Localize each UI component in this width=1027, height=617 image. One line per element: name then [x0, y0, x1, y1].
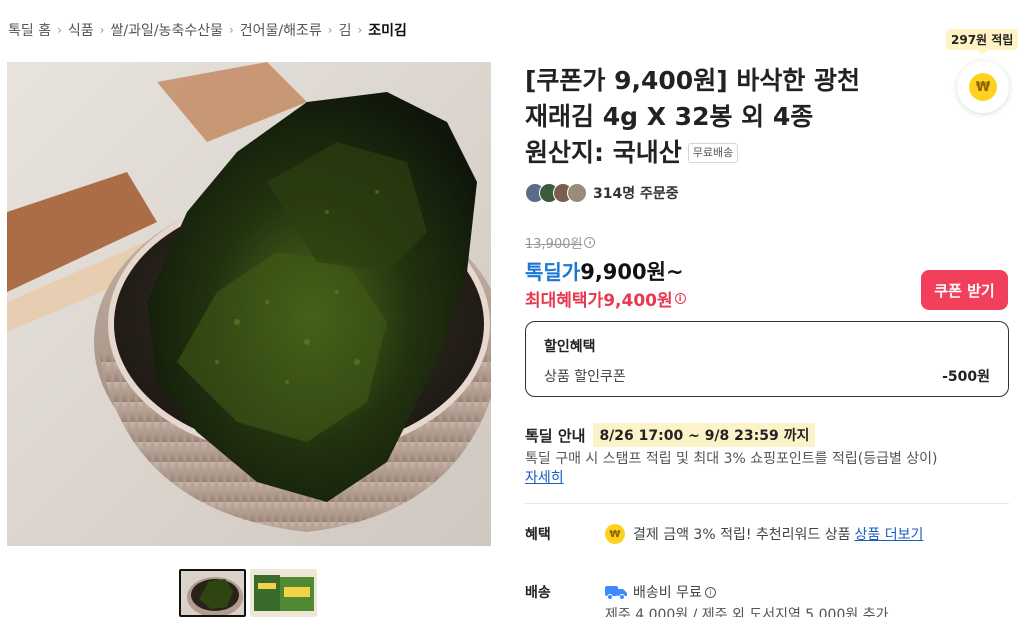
discount-row: 상품 할인쿠폰 -500원	[544, 366, 990, 386]
deal-info-label: 톡딜 안내	[525, 426, 586, 445]
chevron-right-icon: ›	[228, 23, 234, 37]
get-coupon-button[interactable]: 쿠폰 받기	[921, 270, 1008, 310]
thumbnail-bowl-image	[181, 571, 244, 615]
shipping-fee-text: 배송비 무료	[633, 585, 702, 601]
thumbnail-2[interactable]	[250, 569, 317, 617]
breadcrumb-item-agri[interactable]: 쌀/과일/농축수산물	[110, 20, 222, 40]
discount-title: 할인혜택	[544, 339, 596, 355]
breadcrumb-item-laver[interactable]: 김	[339, 20, 352, 40]
chevron-right-icon: ›	[357, 23, 363, 37]
deal-description: 톡딜 구매 시 스탬프 적립 및 최대 3% 쇼핑포인트를 적립(등급별 상이)	[525, 451, 938, 467]
deal-detail-link[interactable]: 자세히	[525, 467, 564, 487]
truck-icon	[605, 586, 627, 600]
order-count-text: 314명 주문중	[593, 186, 679, 202]
order-count: 314명 주문중	[525, 183, 679, 203]
discount-row-amount: -500원	[942, 369, 990, 385]
shipping-surcharge: 제주 4,000원 / 제주 외 도서지역 5,000원 추가	[605, 607, 889, 617]
info-icon[interactable]: i	[584, 237, 596, 248]
discount-row-name: 상품 할인쿠폰	[544, 369, 626, 385]
benefit-row: 혜택 ₩ 결제 금액 3% 적립! 추천리워드 상품 상품 더보기	[525, 524, 923, 544]
discount-benefit-box: 할인혜택 상품 할인쿠폰 -500원	[525, 321, 1009, 397]
seaweed-bowl-photo	[7, 62, 491, 546]
avatar	[567, 183, 587, 203]
max-benefit-value: 9,400원	[603, 291, 673, 311]
max-benefit-price: 최대혜택가 9,400원 i	[525, 286, 686, 311]
original-price-value: 13,900원	[525, 237, 583, 252]
thumbnail-list	[179, 569, 317, 617]
buyer-avatars	[525, 183, 587, 203]
deal-price: 톡딜가 9,900원~	[525, 256, 684, 286]
product-title: [쿠폰가 9,400원] 바삭한 광천 재래김 4g X 32봉 외 4종 원산…	[525, 63, 925, 171]
more-products-link[interactable]: 상품 더보기	[855, 524, 924, 544]
chevron-right-icon: ›	[99, 23, 105, 37]
won-coin-icon: ₩	[605, 524, 625, 544]
breadcrumb-item-dried-seafood[interactable]: 건어물/해조류	[240, 20, 322, 40]
product-title-line-2: 재래김 4g X 32봉 외 4종	[525, 102, 814, 131]
benefit-text: 결제 금액 3% 적립! 추천리워드 상품	[633, 527, 851, 543]
info-icon[interactable]: i	[704, 586, 716, 598]
deal-price-value: 9,900원~	[580, 260, 684, 284]
chevron-right-icon: ›	[327, 23, 333, 37]
breadcrumb-item-food[interactable]: 식품	[68, 20, 94, 40]
chevron-right-icon: ›	[57, 23, 62, 37]
point-reward-badge: 297원 적립	[946, 29, 1019, 55]
free-shipping-tag: 무료배송	[687, 143, 739, 163]
deal-price-label: 톡딜가	[525, 260, 581, 284]
original-price: 13,900원 i	[525, 233, 596, 252]
info-icon[interactable]: i	[674, 293, 686, 304]
breadcrumb-current[interactable]: 조미김	[368, 20, 407, 40]
deal-info: 톡딜 안내 8/26 17:00 ~ 9/8 23:59 까지	[525, 423, 816, 447]
divider	[525, 503, 1009, 504]
thumbnail-1[interactable]	[179, 569, 246, 617]
deal-period: 8/26 17:00 ~ 9/8 23:59 까지	[593, 423, 816, 447]
benefit-label: 혜택	[525, 527, 551, 543]
point-reward-button[interactable]: ₩	[957, 61, 1009, 113]
thumbnail-package-image	[250, 569, 317, 617]
breadcrumb: 톡딜 홈 › 식품 › 쌀/과일/농축수산물 › 건어물/해조류 › 김 › 조…	[8, 20, 407, 40]
max-benefit-label: 최대혜택가	[525, 291, 604, 311]
won-coin-icon: ₩	[969, 73, 997, 101]
shipping-fee: 배송비 무료 i	[633, 582, 716, 602]
shipping-label: 배송	[525, 585, 551, 601]
breadcrumb-item-home[interactable]: 톡딜 홈	[8, 20, 51, 40]
shipping-row: 배송 배송비 무료 i	[525, 582, 716, 602]
product-main-image	[7, 62, 491, 546]
product-title-line-1: [쿠폰가 9,400원] 바삭한 광천	[525, 66, 861, 95]
product-title-line-3: 원산지: 국내산	[525, 138, 682, 167]
